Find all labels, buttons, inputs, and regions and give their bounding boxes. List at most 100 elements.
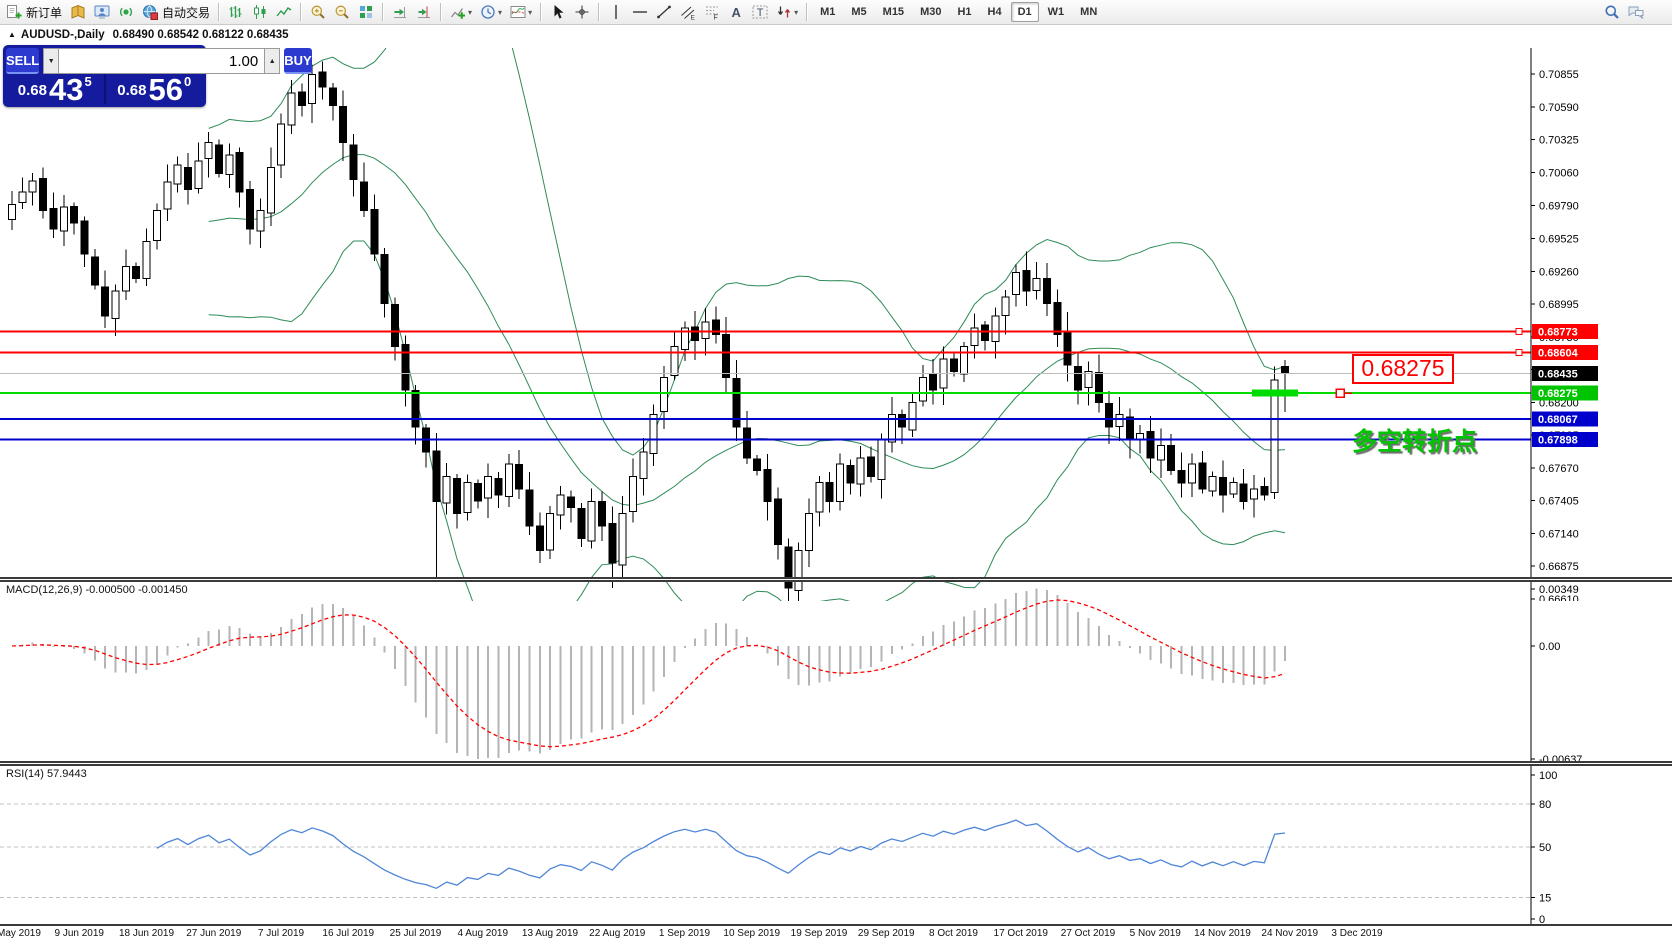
rsi-label: RSI(14) 57.9443 xyxy=(6,768,87,780)
caret-down-icon: ▾ xyxy=(498,8,502,17)
svg-text:0.67140: 0.67140 xyxy=(1539,528,1579,540)
date-label: 14 Nov 2019 xyxy=(1194,928,1251,939)
price-callout-label[interactable]: 0.68275 xyxy=(1352,354,1454,384)
timeframe-h4-button[interactable]: H4 xyxy=(981,2,1009,22)
equidistant-channel-button[interactable]: E xyxy=(677,1,699,24)
rsi-panel-canvas[interactable]: 1008050150 xyxy=(0,766,1672,924)
volume-decrease-button[interactable]: ▼ xyxy=(43,48,59,74)
volume-input[interactable] xyxy=(59,48,264,74)
date-label: 1 Sep 2019 xyxy=(659,928,710,939)
templates-button[interactable]: ▾ xyxy=(507,1,535,24)
collapse-arrow-icon[interactable]: ▲ xyxy=(8,30,16,39)
text-label-button[interactable]: T xyxy=(749,1,771,24)
vertical-line-button[interactable] xyxy=(605,1,627,24)
date-label: 17 Oct 2019 xyxy=(994,928,1048,939)
fibonacci-button[interactable]: F xyxy=(701,1,723,24)
tile-windows-button[interactable] xyxy=(355,1,377,24)
annotation-text[interactable]: 多空转折点 xyxy=(1352,422,1477,458)
sell-price-display[interactable]: 0.68 43 5 xyxy=(6,74,104,104)
buy-price-display[interactable]: 0.68 56 0 xyxy=(104,74,204,104)
date-label: 5 Nov 2019 xyxy=(1130,928,1181,939)
clock-icon xyxy=(480,4,496,20)
buy-button[interactable]: BUY xyxy=(284,48,311,74)
hline-icon xyxy=(632,4,648,20)
search-icon xyxy=(1604,4,1620,20)
candlestick-chart-button[interactable] xyxy=(249,1,271,24)
date-label: 19 Sep 2019 xyxy=(791,928,848,939)
svg-text:0.69260: 0.69260 xyxy=(1539,266,1579,278)
indicators-button[interactable]: ▾ xyxy=(447,1,475,24)
autoscroll-icon xyxy=(392,4,408,20)
svg-text:80: 80 xyxy=(1539,799,1551,811)
sell-button[interactable]: SELL xyxy=(6,48,39,74)
svg-text:0: 0 xyxy=(1539,914,1545,924)
zoom-out-button[interactable] xyxy=(331,1,353,24)
search-button[interactable] xyxy=(1601,1,1623,24)
date-label: 3 Dec 2019 xyxy=(1331,928,1382,939)
sell-price-sup: 5 xyxy=(84,74,91,89)
signals-button[interactable] xyxy=(115,1,137,24)
svg-text:0.70060: 0.70060 xyxy=(1539,167,1579,179)
toolbar-separator xyxy=(300,3,302,21)
timeframe-w1-button[interactable]: W1 xyxy=(1041,2,1072,22)
chat-button[interactable] xyxy=(1625,1,1647,24)
horizontal-line-button[interactable] xyxy=(629,1,651,24)
svg-text:0.67898: 0.67898 xyxy=(1538,435,1578,447)
svg-text:15: 15 xyxy=(1539,892,1551,904)
date-label: 8 Oct 2019 xyxy=(929,928,978,939)
timeframe-m1-button[interactable]: M1 xyxy=(813,2,842,22)
community-button[interactable] xyxy=(91,1,113,24)
channel-icon: E xyxy=(680,4,696,20)
volume-increase-button[interactable]: ▲ xyxy=(264,48,280,74)
auto-scroll-button[interactable] xyxy=(389,1,411,24)
svg-text:0.67405: 0.67405 xyxy=(1539,496,1579,508)
horizontal-lines[interactable] xyxy=(0,329,1531,440)
one-click-trading-panel: SELL ▼ ▲ BUY 0.68 43 5 0.68 56 0 xyxy=(3,45,206,107)
timeframe-mn-button[interactable]: MN xyxy=(1073,2,1104,22)
arrows-button[interactable]: ▾ xyxy=(773,1,801,24)
cursor-button[interactable] xyxy=(547,1,569,24)
macd-axis: 0.003490.00-0.00637 xyxy=(1531,582,1582,761)
zoom-in-button[interactable] xyxy=(307,1,329,24)
price-axis: 0.708550.705900.703250.700600.697900.695… xyxy=(1531,48,1598,601)
bar-chart-button[interactable] xyxy=(225,1,247,24)
text-button[interactable]: A xyxy=(725,1,747,24)
symbol-period-label: AUDUSD-,Daily xyxy=(21,29,105,41)
sell-price-base: 0.68 xyxy=(18,82,47,99)
chart-shift-button[interactable] xyxy=(413,1,435,24)
rsi-axis: 1008050150 xyxy=(1531,766,1557,924)
timeframe-m15-button[interactable]: M15 xyxy=(876,2,911,22)
line-chart-button[interactable] xyxy=(273,1,295,24)
svg-text:0.68773: 0.68773 xyxy=(1538,327,1578,339)
timeframe-d1-button[interactable]: D1 xyxy=(1011,2,1039,22)
new-order-button[interactable]: 新订单 xyxy=(3,1,65,24)
mt4-window: 新订单自动交易▾▾▾EFAT▾M1M5M15M30H1H4D1W1MN 0.70… xyxy=(0,0,1672,943)
macd-signal-line xyxy=(12,600,1285,747)
time-axis: 30 May 20199 Jun 201918 Jun 201927 Jun 2… xyxy=(0,927,1672,943)
signals-icon xyxy=(118,4,134,20)
svg-text:0.70590: 0.70590 xyxy=(1539,102,1579,114)
periods-button[interactable]: ▾ xyxy=(477,1,505,24)
barchart-icon xyxy=(228,4,244,20)
buy-price-base: 0.68 xyxy=(117,82,146,99)
template-icon xyxy=(510,4,526,20)
cursor-icon xyxy=(550,4,566,20)
price-chart-canvas[interactable]: 0.708550.705900.703250.700600.697900.695… xyxy=(0,48,1672,601)
svg-text:A: A xyxy=(732,5,742,20)
crosshair-icon xyxy=(574,4,590,20)
auto-trading-button[interactable]: 自动交易 xyxy=(139,1,213,24)
time-axis-border xyxy=(0,924,1672,926)
shift-icon xyxy=(416,4,432,20)
macd-panel-canvas[interactable]: 0.003490.00-0.00637 xyxy=(0,582,1672,761)
timeframe-m5-button[interactable]: M5 xyxy=(844,2,873,22)
volume-control: ▼ ▲ xyxy=(43,48,280,74)
tile-icon xyxy=(358,4,374,20)
history-book-button[interactable] xyxy=(67,1,89,24)
trendline-button[interactable] xyxy=(653,1,675,24)
svg-text:0.68995: 0.68995 xyxy=(1539,299,1579,311)
crosshair-button[interactable] xyxy=(571,1,593,24)
timeframe-m30-button[interactable]: M30 xyxy=(913,2,948,22)
timeframe-h1-button[interactable]: H1 xyxy=(950,2,978,22)
linechart-icon xyxy=(276,4,292,20)
sell-price-big: 43 xyxy=(49,76,83,103)
